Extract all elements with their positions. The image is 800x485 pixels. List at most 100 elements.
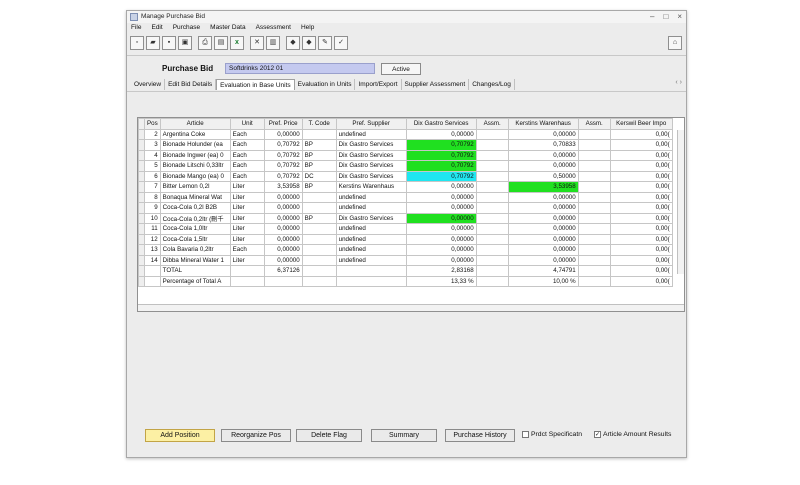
home-icon[interactable]: ⌂	[668, 36, 682, 50]
table-row[interactable]: 7 Bitter Lemon 0,2l Liter 3,53958 BP Kerstins…	[138, 181, 673, 193]
tab-scroll-arrows[interactable]: ‹ ›	[675, 79, 682, 86]
table-cell[interactable]	[475, 202, 509, 214]
table-cell[interactable]: 0,00(	[609, 139, 673, 151]
table-cell[interactable]: Dix Gastro Services	[335, 139, 407, 151]
table-cell[interactable]: 10	[144, 212, 161, 224]
table-cell[interactable]: 13	[144, 244, 161, 256]
table-cell[interactable]: 0,00(	[609, 170, 673, 182]
table-cell[interactable]	[577, 149, 611, 161]
table-cell[interactable]: Dix Gastro Services	[335, 170, 407, 182]
table-cell[interactable]: 0,00000	[507, 223, 579, 235]
column-header[interactable]: Unit	[229, 118, 265, 130]
menu-file[interactable]: File	[131, 24, 141, 34]
table-cell[interactable]: undefined	[335, 128, 407, 140]
table-cell[interactable]	[475, 181, 509, 193]
table-row[interactable]: 9 Coca-Cola 0,2l B2B Liter 0,00000 undefined…	[138, 202, 673, 214]
table-cell[interactable]	[301, 233, 337, 245]
table-row[interactable]: 4 Bionade Ingwer (ea) 0 Each 0,70792 BP Dix G…	[138, 149, 673, 161]
table-cell[interactable]: Each	[229, 170, 265, 182]
table-cell[interactable]	[577, 191, 611, 203]
table-cell[interactable]: 0,00000	[507, 244, 579, 256]
table-cell[interactable]	[301, 128, 337, 140]
table-cell[interactable]: Each	[229, 149, 265, 161]
table-cell[interactable]: Each	[229, 244, 265, 256]
table-cell[interactable]: Cola Bavaria 0,2ltr	[159, 244, 231, 256]
table-cell[interactable]: 0,70792	[263, 149, 303, 161]
table-cell[interactable]	[577, 254, 611, 266]
table-cell[interactable]	[577, 244, 611, 256]
table-cell[interactable]: 7	[144, 181, 161, 193]
table-cell[interactable]	[577, 223, 611, 235]
table-cell[interactable]: 5	[144, 160, 161, 172]
menu-edit[interactable]: Edit	[151, 24, 162, 34]
table-cell[interactable]: Coca-Cola 1,0ltr	[159, 223, 231, 235]
column-header[interactable]: Pref. Supplier	[335, 118, 407, 130]
table-cell[interactable]: 0,70792	[405, 160, 477, 172]
delete-icon[interactable]: ✕	[250, 36, 264, 50]
print-preview-icon[interactable]: ▤	[214, 36, 228, 50]
column-header[interactable]: Assm.	[475, 118, 509, 130]
table-row[interactable]: 5 Bionade Litschi 0,33ltr Each 0,70792 BP Dix…	[138, 160, 673, 172]
table-cell[interactable]: undefined	[335, 254, 407, 266]
table-cell[interactable]: Liter	[229, 191, 265, 203]
check-icon[interactable]: ✓	[334, 36, 348, 50]
arrow-right-icon[interactable]: ◆	[302, 36, 316, 50]
table-cell[interactable]	[577, 160, 611, 172]
table-cell[interactable]: 0,00000	[405, 212, 477, 224]
save-as-icon[interactable]: ▣	[178, 36, 192, 50]
tab-evaluation-units[interactable]: Evaluation in Units	[295, 79, 356, 90]
product-spec-box[interactable]	[522, 431, 529, 438]
table-row[interactable]: 11 Coca-Cola 1,0ltr Liter 0,00000 undefined 0…	[138, 223, 673, 235]
table-cell[interactable]: undefined	[335, 202, 407, 214]
table-cell[interactable]: 0,00000	[507, 254, 579, 266]
table-cell[interactable]: 0,00(	[609, 202, 673, 214]
table-cell[interactable]: 0,00(	[609, 149, 673, 161]
purchase-history-button[interactable]: Purchase History	[445, 429, 515, 442]
table-cell[interactable]: 0,00000	[507, 149, 579, 161]
table-cell[interactable]: Coca-Cola 0,2ltr (刪千	[159, 212, 231, 224]
table-cell[interactable]: 0,00000	[263, 254, 303, 266]
arrow-left-icon[interactable]: ◆	[286, 36, 300, 50]
column-header[interactable]: Pref. Price	[263, 118, 303, 130]
table-cell[interactable]: Coca-Cola 1,5ltr	[159, 233, 231, 245]
table-cell[interactable]: 0,50000	[507, 170, 579, 182]
table-cell[interactable]	[475, 233, 509, 245]
table-cell[interactable]: 3	[144, 139, 161, 151]
menu-purchase[interactable]: Purchase	[173, 24, 200, 34]
table-cell[interactable]: 0,70792	[263, 160, 303, 172]
excel-icon[interactable]: x	[230, 36, 244, 50]
menu-master-data[interactable]: Master Data	[210, 24, 245, 34]
table-cell[interactable]	[475, 139, 509, 151]
table-cell[interactable]: BP	[301, 181, 337, 193]
table-cell[interactable]: 0,70833	[507, 139, 579, 151]
table-cell[interactable]	[301, 191, 337, 203]
table-cell[interactable]: 0,00000	[405, 181, 477, 193]
table-cell[interactable]: 12	[144, 233, 161, 245]
table-row[interactable]: 6 Bionade Mango (ea) 0 Each 0,70792 DC Dix Ga…	[138, 170, 673, 182]
table-cell[interactable]: 0,00000	[405, 223, 477, 235]
table-cell[interactable]: undefined	[335, 223, 407, 235]
close-icon[interactable]: ×	[677, 12, 682, 21]
table-cell[interactable]: Dix Gastro Services	[335, 160, 407, 172]
table-cell[interactable]: 0,00(	[609, 212, 673, 224]
maximize-icon[interactable]: □	[663, 12, 668, 21]
column-header[interactable]: Kerswil Beer Impo	[609, 118, 673, 130]
table-cell[interactable]: 0,00(	[609, 233, 673, 245]
table-row[interactable]: 8 Bonaqua Mineral Wat Liter 0,00000 undefine…	[138, 191, 673, 203]
table-cell[interactable]: undefined	[335, 233, 407, 245]
table-cell[interactable]	[577, 202, 611, 214]
active-status-button[interactable]: Active	[381, 63, 421, 75]
table-cell[interactable]: 0,70792	[405, 139, 477, 151]
table-cell[interactable]	[475, 223, 509, 235]
table-row[interactable]: 2 Argentina Coke Each 0,00000 undefined 0,000…	[138, 128, 673, 140]
table-cell[interactable]: 4	[144, 149, 161, 161]
table-cell[interactable]: Bionade Holunder (ea	[159, 139, 231, 151]
table-cell[interactable]	[301, 223, 337, 235]
table-cell[interactable]	[577, 212, 611, 224]
table-cell[interactable]: Liter	[229, 212, 265, 224]
tab-evaluation-base-units[interactable]: Evaluation in Base Units	[216, 79, 295, 90]
table-cell[interactable]: 6	[144, 170, 161, 182]
table-cell[interactable]: 0,00000	[405, 254, 477, 266]
table-cell[interactable]	[475, 149, 509, 161]
table-cell[interactable]: 0,00000	[263, 223, 303, 235]
